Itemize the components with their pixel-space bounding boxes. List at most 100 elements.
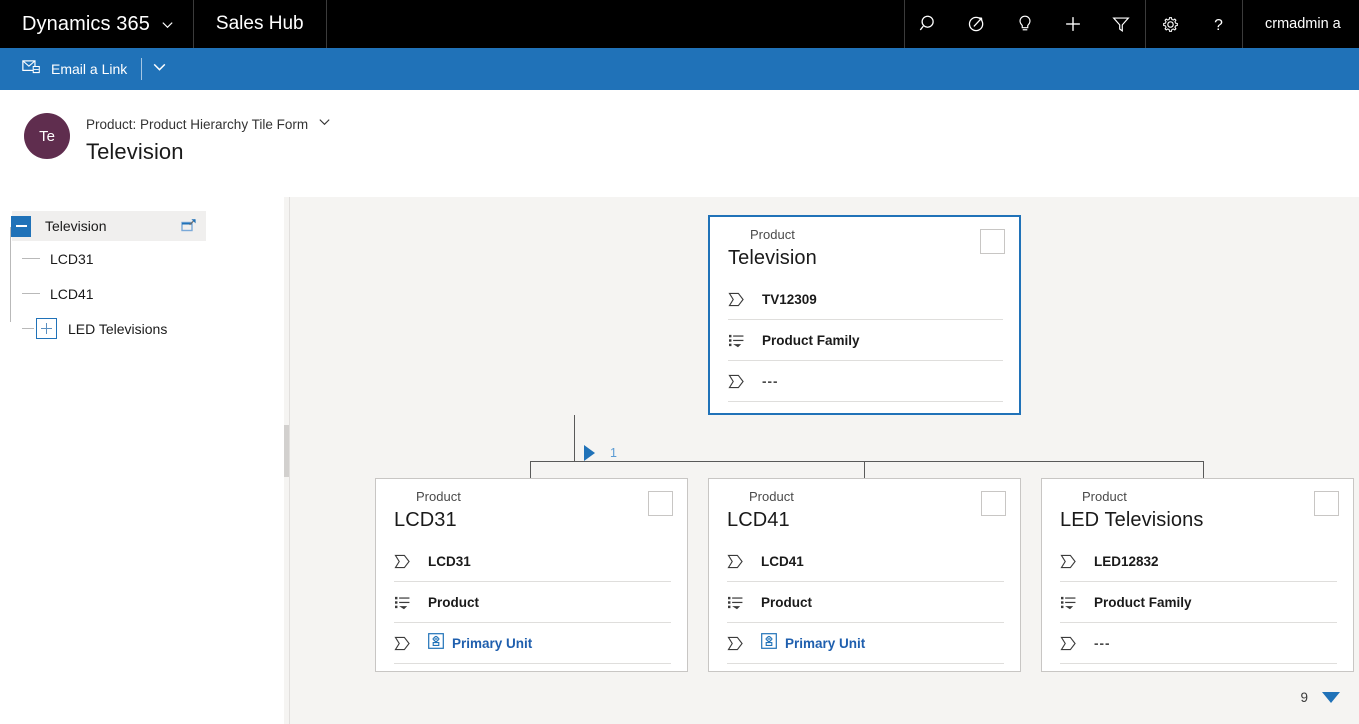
open-in-new-window-icon[interactable] — [181, 218, 197, 234]
tile-select-checkbox[interactable] — [980, 229, 1005, 254]
tree-node-led-televisions[interactable]: LED Televisions — [12, 311, 289, 346]
chevron-down-icon — [317, 114, 332, 134]
text-field-icon — [728, 374, 756, 389]
lightbulb-icon[interactable] — [1001, 0, 1049, 48]
tile-title: LCD41 — [727, 509, 790, 531]
tree-node-lcd31[interactable]: LCD31 — [12, 241, 289, 276]
tile-field-row: Product Family — [728, 320, 1003, 361]
hierarchy-tree: Television LCD31 LCD41 LED Televisions — [0, 197, 289, 346]
page-body: Television LCD31 LCD41 LED Televisions 1… — [0, 197, 1359, 724]
plus-icon[interactable] — [1049, 0, 1097, 48]
tree-elbow-line — [22, 293, 40, 294]
help-icon[interactable]: ? — [1194, 0, 1242, 48]
tree-node-television[interactable]: Television — [11, 211, 206, 241]
tile-field-value: Product Family — [1094, 594, 1192, 610]
text-field-icon — [727, 554, 755, 569]
tile-field-value: TV12309 — [762, 291, 817, 307]
tile-field-row: Product — [727, 582, 1004, 623]
tile-select-checkbox[interactable] — [648, 491, 673, 516]
tile-field-value: Product Family — [762, 332, 860, 348]
dynamics-brand-menu[interactable]: Dynamics 365 — [0, 0, 194, 48]
connector-horizontal-bus — [530, 461, 1204, 462]
expand-plus-icon[interactable] — [36, 318, 57, 339]
pager-count: 9 — [1300, 690, 1308, 705]
tile-field-value: LCD31 — [428, 553, 471, 569]
record-header-text: Product: Product Hierarchy Tile Form Tel… — [86, 113, 332, 165]
command-bar: Email a Link — [0, 48, 1359, 90]
app-name-label: Sales Hub — [215, 13, 304, 34]
tile-field-row: LCD31 — [394, 541, 671, 582]
search-icon[interactable] — [905, 0, 953, 48]
tile-field-list: LED12832 Product Family --- — [1060, 541, 1337, 664]
topbar-icon-group-secondary: ? — [1145, 0, 1242, 48]
avatar-initials: Te — [39, 127, 55, 145]
tile-field-row: LCD41 — [727, 541, 1004, 582]
tile-lookup-label: Primary Unit — [452, 635, 533, 651]
tile-select-checkbox[interactable] — [1314, 491, 1339, 516]
tile-lookup-link[interactable]: Primary Unit — [428, 632, 533, 654]
option-set-icon — [727, 595, 755, 610]
tile-title: LED Televisions — [1060, 509, 1204, 531]
connector-drop-led — [1203, 461, 1204, 478]
form-selector[interactable]: Product: Product Hierarchy Tile Form — [86, 114, 332, 134]
hierarchy-tile-led-televisions[interactable]: Product LED Televisions LED12832 Product… — [1041, 478, 1354, 672]
tile-field-row: TV12309 — [728, 279, 1003, 320]
tree-node-label: LED Televisions — [68, 320, 168, 337]
tree-node-lcd41[interactable]: LCD41 — [12, 276, 289, 311]
tile-select-checkbox[interactable] — [981, 491, 1006, 516]
tile-lookup-link[interactable]: Primary Unit — [761, 632, 865, 654]
connector-drop-lcd41 — [864, 461, 865, 478]
topbar-icon-group-primary — [904, 0, 1145, 48]
command-bar-divider — [141, 58, 143, 80]
hierarchy-tile-television[interactable]: Product Television TV12309 Product Famil… — [708, 215, 1021, 415]
tile-field-list: LCD41 Product Primary Unit — [727, 541, 1004, 664]
tree-node-label: LCD31 — [50, 250, 94, 267]
tile-field-list: LCD31 Product Primary Unit — [394, 541, 671, 664]
tile-field-row: LED12832 — [1060, 541, 1337, 582]
text-field-icon — [1060, 554, 1088, 569]
user-account[interactable]: crmadmin a — [1242, 0, 1359, 48]
email-a-link-label: Email a Link — [51, 61, 128, 77]
command-bar-overflow-button[interactable] — [144, 48, 174, 90]
tree-elbow-line — [22, 328, 34, 329]
assistant-icon[interactable] — [953, 0, 1001, 48]
tree-node-label: Television — [45, 218, 107, 234]
tile-field-row: Primary Unit — [394, 623, 671, 664]
tile-field-value: LCD41 — [761, 553, 804, 569]
text-field-icon — [394, 554, 422, 569]
hierarchy-pager: 9 — [1300, 690, 1340, 705]
connector-parent-stem — [574, 415, 575, 462]
page-title: Television — [86, 139, 184, 164]
tile-field-value: Product — [761, 594, 813, 610]
tile-field-row: Product Family — [1060, 582, 1337, 623]
tile-field-value: --- — [762, 373, 779, 389]
text-field-icon — [728, 292, 756, 307]
caret-down-icon[interactable] — [1322, 692, 1340, 703]
hierarchy-tree-panel: Television LCD31 LCD41 LED Televisions — [0, 197, 290, 724]
tile-entity-label: Product — [750, 227, 795, 242]
tile-entity-label: Product — [749, 489, 794, 504]
option-set-icon — [728, 333, 756, 348]
app-name-sales-hub[interactable]: Sales Hub — [194, 0, 327, 48]
hierarchy-tile-lcd31[interactable]: Product LCD31 LCD31 Product Primary Unit — [375, 478, 688, 672]
tile-field-value: Product — [428, 594, 480, 610]
expand-right-arrow-icon[interactable] — [584, 445, 595, 461]
chevron-down-icon — [160, 17, 175, 32]
text-field-icon — [394, 636, 422, 651]
user-name-label: crmadmin a — [1265, 16, 1341, 32]
tile-field-list: TV12309 Product Family --- — [728, 279, 1003, 402]
option-set-icon — [1060, 595, 1088, 610]
filter-icon[interactable] — [1097, 0, 1145, 48]
avatar[interactable]: Te — [24, 113, 70, 159]
gear-icon[interactable] — [1146, 0, 1194, 48]
email-a-link-button[interactable]: Email a Link — [12, 48, 137, 90]
tile-field-row: --- — [1060, 623, 1337, 664]
tile-field-row: Product — [394, 582, 671, 623]
email-link-icon — [22, 58, 41, 80]
hierarchy-tile-lcd41[interactable]: Product LCD41 LCD41 Product Primary Unit — [708, 478, 1021, 672]
tile-field-row: Primary Unit — [727, 623, 1004, 664]
collapse-minus-icon[interactable] — [11, 215, 31, 237]
tile-field-value: LED12832 — [1094, 553, 1159, 569]
svg-text:?: ? — [1214, 16, 1223, 33]
